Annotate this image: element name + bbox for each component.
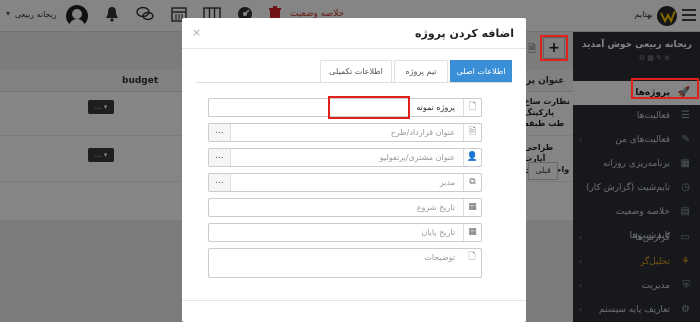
start-date-placeholder: تاریخ شروع bbox=[416, 203, 455, 212]
contract-title-field[interactable]: 🗎 عنوان قرارداد/طرح ... bbox=[208, 123, 482, 142]
projects-highlight-box bbox=[631, 78, 699, 99]
start-date-field[interactable]: ▦ تاریخ شروع bbox=[208, 198, 482, 217]
document-icon: 🗋 bbox=[463, 99, 481, 116]
description-placeholder: توضیحات bbox=[424, 253, 455, 262]
contract-title-placeholder: عنوان قرارداد/طرح bbox=[390, 128, 455, 137]
customer-title-field[interactable]: 👤 عنوان مشتری/پرتفولیو ... bbox=[208, 148, 482, 167]
add-button-highlight-box bbox=[540, 35, 568, 61]
customer-title-placeholder: عنوان مشتری/پرتفولیو bbox=[379, 153, 455, 162]
project-title-highlight-box bbox=[328, 96, 410, 119]
description-field[interactable]: 🗋 توضیحات bbox=[208, 248, 482, 278]
calendar-icon: ▦ bbox=[463, 224, 481, 241]
manager-lookup-button[interactable]: ... bbox=[209, 174, 231, 191]
tab-additional-info[interactable]: اطلاعات تکمیلی bbox=[320, 60, 392, 82]
file-icon: 🗎 bbox=[463, 124, 481, 141]
note-icon: 🗋 bbox=[468, 252, 476, 262]
end-date-placeholder: تاریخ پایان bbox=[421, 228, 455, 237]
calendar-icon: ▦ bbox=[463, 199, 481, 216]
manager-placeholder: مدیر bbox=[439, 178, 455, 187]
copy-icon: ⧉ bbox=[463, 174, 481, 191]
user-icon: 👤 bbox=[463, 149, 481, 166]
modal-title: اضافه کردن پروژه bbox=[415, 27, 514, 40]
tab-project-team[interactable]: تیم پروژه bbox=[394, 60, 448, 82]
end-date-field[interactable]: ▦ تاریخ پایان bbox=[208, 223, 482, 242]
customer-lookup-button[interactable]: ... bbox=[209, 149, 231, 166]
manager-field[interactable]: ⧉ مدیر ... bbox=[208, 173, 482, 192]
tab-main-info[interactable]: اطلاعات اصلی bbox=[450, 60, 512, 82]
add-project-modal: اضافه کردن پروژه × اطلاعات اصلی تیم پروژ… bbox=[182, 18, 526, 322]
close-icon[interactable]: × bbox=[192, 26, 201, 39]
project-title-value: پروژه نمونه bbox=[416, 103, 455, 112]
contract-lookup-button[interactable]: ... bbox=[209, 124, 231, 141]
